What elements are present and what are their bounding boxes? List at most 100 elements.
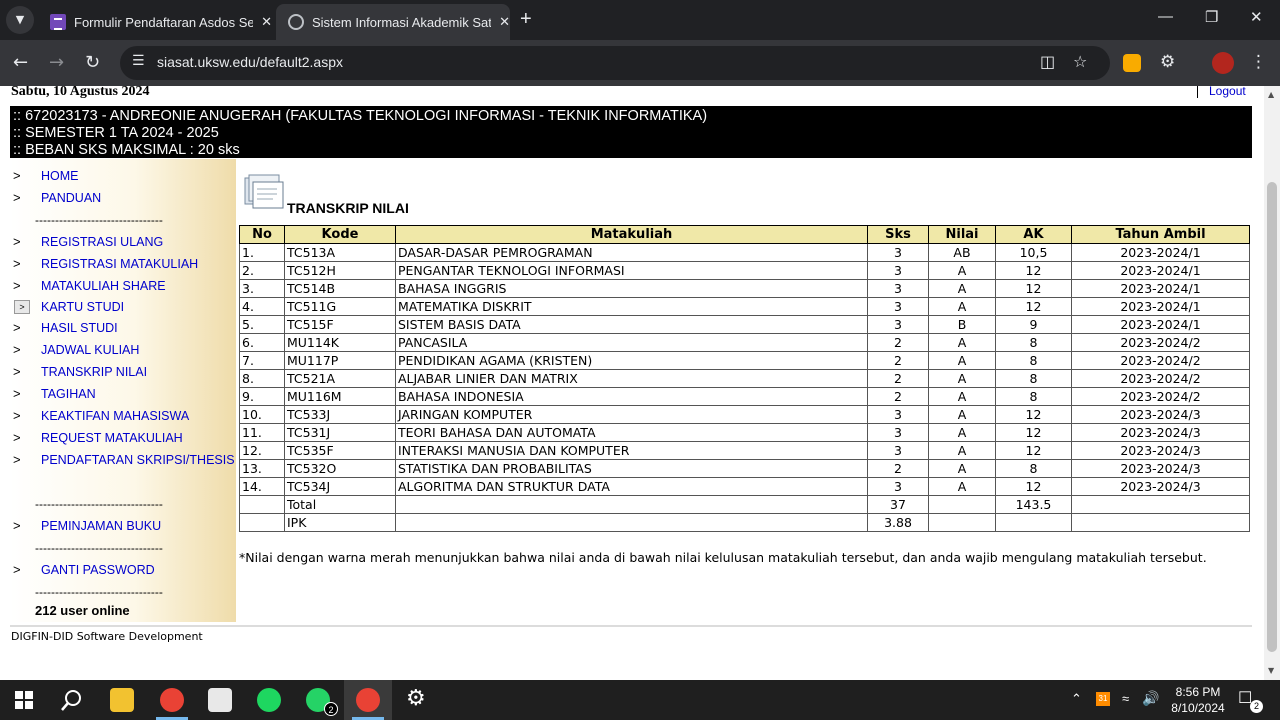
chrome-icon[interactable]: [344, 680, 392, 720]
sidebar-item-label[interactable]: REGISTRASI MATAKULIAH: [41, 257, 198, 271]
course-grade: AB: [928, 243, 996, 262]
course-grade: A: [928, 261, 996, 280]
arrow-icon: >: [13, 430, 21, 445]
sidebar-item-label[interactable]: KEAKTIFAN MAHASISWA: [41, 409, 189, 423]
extension-icon[interactable]: [1123, 54, 1141, 72]
logout-link[interactable]: Logout: [1209, 86, 1246, 98]
sidebar-item-pendaftaran-skripsi[interactable]: > PENDAFTARAN SKRIPSI/THESIS: [10, 452, 236, 470]
sidebar-item-hasil-studi[interactable]: > HASIL STUDI: [10, 320, 236, 338]
sidebar-item-home[interactable]: > HOME: [10, 168, 236, 186]
current-date: Sabtu, 10 Agustus 2024: [11, 86, 150, 99]
sidebar-item-label[interactable]: PENDAFTARAN SKRIPSI/THESIS: [41, 453, 235, 467]
google-forms-icon: [50, 14, 66, 30]
tab-formulir[interactable]: Formulir Pendaftaran Asdos Semester ✕: [38, 4, 272, 40]
course-ak: 12: [995, 477, 1072, 496]
extensions-puzzle-icon[interactable]: ⚙: [1160, 52, 1175, 72]
course-name: STATISTIKA DAN PROBABILITAS: [395, 459, 868, 478]
sidebar-item-tagihan[interactable]: > TAGIHAN: [10, 386, 236, 404]
course-sks: 2: [867, 351, 929, 370]
sidebar-item-label[interactable]: GANTI PASSWORD: [41, 563, 155, 577]
forward-arrow-icon[interactable]: →: [49, 52, 64, 73]
sidebar-item-label[interactable]: REGISTRASI ULANG: [41, 235, 163, 249]
notepad-icon[interactable]: [196, 680, 244, 720]
tab-title: Formulir Pendaftaran Asdos Semester: [74, 14, 254, 30]
course-name: BAHASA INDONESIA: [395, 387, 868, 406]
volume-icon[interactable]: 🔊: [1142, 690, 1159, 707]
sidebar-item-label[interactable]: JADWAL KULIAH: [41, 343, 139, 357]
scroll-up-icon[interactable]: ▲: [1268, 90, 1274, 99]
sidebar-item-registrasi-ulang[interactable]: > REGISTRASI ULANG: [10, 234, 236, 252]
close-window-icon[interactable]: ✕: [1250, 8, 1263, 26]
chrome-profile-icon[interactable]: [148, 680, 196, 720]
footer-text: DIGFIN-DID Software Development: [11, 630, 203, 643]
table-header-row: No Kode Matakuliah Sks Nilai AK Tahun Am…: [239, 225, 1250, 244]
sidebar-item-label[interactable]: HASIL STUDI: [41, 321, 118, 335]
arrow-icon: >: [13, 408, 21, 423]
course-year: 2023-2024/3: [1071, 477, 1250, 496]
arrow-icon: >: [13, 518, 21, 533]
whatsapp-icon[interactable]: 2: [294, 680, 342, 720]
course-year: 2023-2024/1: [1071, 279, 1250, 298]
minimize-icon[interactable]: —: [1158, 8, 1173, 25]
course-sks: 3: [867, 477, 929, 496]
sidebar-item-label[interactable]: PEMINJAMAN BUKU: [41, 519, 161, 533]
show-hidden-icons-icon[interactable]: ⌃: [1071, 691, 1082, 707]
row-number: 13.: [239, 459, 285, 478]
course-sks: 2: [867, 369, 929, 388]
taskbar-clock[interactable]: 8:56 PM 8/10/2024: [1160, 684, 1236, 716]
sidebar-item-kartu-studi[interactable]: > KARTU STUDI: [10, 299, 236, 317]
sidebar-item-ganti-password[interactable]: > GANTI PASSWORD: [10, 562, 236, 580]
sidebar-item-peminjaman-buku[interactable]: > PEMINJAMAN BUKU: [10, 518, 236, 536]
notification-badge: 2: [1250, 700, 1263, 713]
wifi-icon[interactable]: ≈: [1122, 691, 1129, 706]
page-scrollbar[interactable]: ▲ ▼: [1264, 86, 1280, 680]
sidebar-item-label[interactable]: REQUEST MATAKULIAH: [41, 431, 183, 445]
new-tab-button[interactable]: +: [520, 8, 532, 31]
bookmark-star-icon[interactable]: ☆: [1073, 52, 1087, 71]
sidebar-item-label[interactable]: MATAKULIAH SHARE: [41, 279, 166, 293]
sidebar-item-label[interactable]: HOME: [41, 169, 79, 183]
scrollbar-thumb[interactable]: [1267, 182, 1277, 652]
tray-app-icon[interactable]: 31: [1096, 692, 1110, 706]
course-grade: A: [928, 405, 996, 424]
sidebar-item-panduan[interactable]: > PANDUAN: [10, 190, 236, 208]
course-grade: B: [928, 315, 996, 334]
sidebar-item-request-matakuliah[interactable]: > REQUEST MATAKULIAH: [10, 430, 236, 448]
url-text[interactable]: siasat.uksw.edu/default2.aspx: [157, 54, 343, 70]
sidebar-item-registrasi-matakuliah[interactable]: > REGISTRASI MATAKULIAH: [10, 256, 236, 274]
table-row: 13. TC532O STATISTIKA DAN PROBABILITAS 2 A 8 2…: [239, 459, 1250, 478]
address-bar[interactable]: ☰ siasat.uksw.edu/default2.aspx ◫ ☆: [120, 46, 1110, 80]
back-arrow-icon[interactable]: ←: [13, 52, 28, 73]
spotify-icon[interactable]: [245, 680, 293, 720]
sidebar-item-matakuliah-share[interactable]: > MATAKULIAH SHARE: [10, 278, 236, 296]
sidebar-item-label[interactable]: KARTU STUDI: [41, 300, 124, 314]
table-row: 4. TC511G MATEMATIKA DISKRIT 3 A 12 2023-2024/…: [239, 297, 1250, 316]
sidebar-item-keaktifan-mahasiswa[interactable]: > KEAKTIFAN MAHASISWA: [10, 408, 236, 426]
tab-siasat[interactable]: Sistem Informasi Akademik Satya Wacana ✕: [276, 4, 510, 40]
table-row: 11. TC531J TEORI BAHASA DAN AUTOMATA 3 A 12 20…: [239, 423, 1250, 442]
course-sks: 3: [867, 279, 929, 298]
sidebar-item-jadwal-kuliah[interactable]: > JADWAL KULIAH: [10, 342, 236, 360]
scroll-down-icon[interactable]: ▼: [1268, 666, 1274, 675]
close-tab-icon[interactable]: ✕: [261, 14, 272, 30]
empty-cell: [928, 495, 996, 514]
profile-avatar[interactable]: [1212, 52, 1234, 74]
sidebar-item-transkrip-nilai[interactable]: > TRANSKRIP NILAI: [10, 364, 236, 382]
grade-note: *Nilai dengan warna merah menunjukkan ba…: [239, 550, 1207, 565]
sidebar-item-label[interactable]: PANDUAN: [41, 191, 101, 205]
windows-start-icon[interactable]: [15, 691, 33, 709]
sidebar-item-label[interactable]: TRANSKRIP NILAI: [41, 365, 147, 379]
site-settings-icon[interactable]: ☰: [132, 53, 145, 69]
restore-icon[interactable]: ❐: [1205, 8, 1218, 26]
sidebar-item-label[interactable]: TAGIHAN: [41, 387, 96, 401]
file-explorer-icon[interactable]: [98, 680, 146, 720]
reload-icon[interactable]: ↻: [85, 52, 100, 73]
chrome-menu-icon[interactable]: ⋮: [1250, 52, 1267, 72]
settings-gear-icon[interactable]: ⚙: [393, 680, 441, 720]
tab-search-button[interactable]: ▼: [6, 6, 34, 34]
column-header: Nilai: [928, 225, 996, 244]
close-tab-icon[interactable]: ✕: [499, 14, 510, 30]
translate-icon[interactable]: ◫: [1040, 52, 1055, 71]
search-icon[interactable]: [61, 689, 83, 711]
arrow-icon: >: [13, 452, 21, 467]
